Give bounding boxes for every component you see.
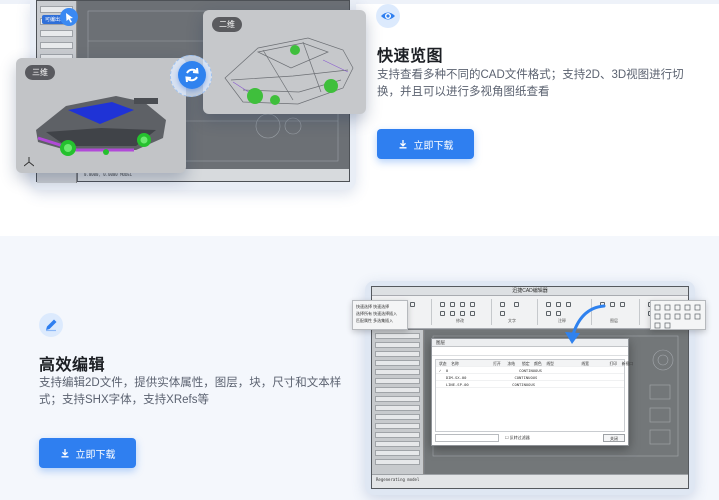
preview-feature-desc-2: 换，并且可以进行多视角图纸查看 <box>377 86 550 98</box>
ribbon-label-modify: 修改 <box>456 318 464 323</box>
pencil-icon <box>39 313 63 337</box>
axis-icon <box>24 157 34 167</box>
float-item-quick-insert[interactable]: 快速选择插入 <box>373 311 397 316</box>
layer-row[interactable]: LINE-SP-00 CONTINUOUS <box>436 381 624 388</box>
layer-dialog-toolbar[interactable] <box>432 347 628 356</box>
eye-icon <box>376 4 400 28</box>
download-icon <box>61 449 68 458</box>
layer-table: 状态 名称 打开 冻结 锁定 颜色 线型 线宽 打印 新视口 ✓ 0 CONTI… <box>435 359 633 432</box>
view-3d-card[interactable]: 三维 <box>16 58 186 173</box>
preview-feature-title: 快速览图 <box>377 48 444 65</box>
float-toolbar-select[interactable]: 快速选择 快速选择 选择所有 快速选择插入 匹配属性 多选集插入 <box>352 300 408 330</box>
ribbon-group-modify[interactable]: 修改 <box>434 299 492 325</box>
editor-properties-panel <box>372 330 424 474</box>
arrow-decoration <box>565 304 606 344</box>
editor-ribbon: 绘图 修改 文字 注释 图层 编辑 <box>372 296 688 329</box>
download-icon <box>399 140 406 149</box>
float-item-quick-select[interactable]: 快速选择 <box>356 304 372 309</box>
preview-feature-desc-1: 支持查看多种不同的CAD文件格式；支持2D、3D视图进行切 <box>377 69 684 81</box>
editor-command-line[interactable]: Regenerating model <box>372 474 688 488</box>
layer-dialog-footer: ☐ 反转过滤器 关闭 <box>435 433 625 442</box>
editor-title: 迅捷CAD编辑器 <box>372 287 688 296</box>
view-2d-card[interactable]: 二维 <box>203 10 366 114</box>
download-button-edit[interactable]: 立即下载 <box>39 438 136 468</box>
edit-feature-title: 高效编辑 <box>39 357 106 374</box>
ribbon-group-text[interactable]: 文字 <box>494 299 538 325</box>
edit-feature-desc-1: 支持编辑2D文件，提供实体属性，图层，块，尺寸和文本样 <box>39 377 342 389</box>
float-item-quick-select-2[interactable]: 快速选择 <box>373 304 389 309</box>
layer-filter-input[interactable] <box>435 434 499 442</box>
dialog-close-button[interactable]: 关闭 <box>603 434 625 442</box>
download-label: 立即下载 <box>75 449 116 461</box>
download-button-preview[interactable]: 立即下载 <box>377 129 474 159</box>
float-toolbar-edit[interactable] <box>650 300 706 330</box>
cursor-icon <box>60 8 78 26</box>
download-label: 立即下载 <box>413 140 454 152</box>
invert-filter-checkbox[interactable]: ☐ 反转过滤器 <box>505 435 530 441</box>
ribbon-label-text: 文字 <box>508 318 516 323</box>
view-2d-badge: 二维 <box>212 17 242 32</box>
edit-feature-desc-2: 式；支持SHX字体，支持XRefs等 <box>39 394 209 406</box>
view-3d-badge: 三维 <box>25 65 55 80</box>
float-item-match-props[interactable]: 匹配属性 <box>356 318 372 323</box>
layer-row[interactable]: DIM-SX-00 CONTINUOUS <box>436 374 624 381</box>
layer-table-header: 状态 名称 打开 冻结 锁定 颜色 线型 线宽 打印 新视口 <box>436 360 633 367</box>
section-preview: 0.0000, 0.0000 MODEL 可编出现窗 三维 二维 快速览图 支持… <box>0 0 719 236</box>
layer-dialog[interactable]: 图层 状态 名称 打开 冻结 锁定 颜色 线型 线宽 打印 新视口 ✓ 0 CO… <box>431 338 633 446</box>
float-item-select-all[interactable]: 选择所有 <box>356 311 372 316</box>
ribbon-label-layer: 图层 <box>610 318 618 323</box>
float-item-multi-insert[interactable]: 多选集插入 <box>373 318 393 323</box>
layer-row[interactable]: ✓ 0 CONTINUOUS <box>436 367 624 374</box>
sync-icon[interactable] <box>178 61 206 89</box>
